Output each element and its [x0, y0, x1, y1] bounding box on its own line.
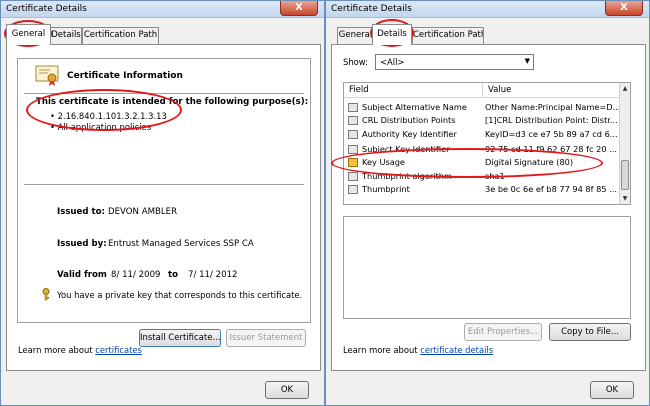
edit-properties-button[interactable]: Edit Properties...	[464, 323, 542, 341]
annotation-circle-purpose	[26, 89, 182, 131]
window-title: Certificate Details	[6, 4, 87, 14]
issued-by-value: Entrust Managed Services SSP CA	[108, 239, 254, 249]
column-header-field[interactable]: Field	[344, 83, 483, 98]
valid-from-value: 8/ 11/ 2009	[111, 270, 161, 280]
valid-to-value: 7/ 11/ 2012	[188, 270, 238, 280]
vertical-scrollbar[interactable]: ▲ ▼	[619, 83, 630, 204]
tab-general[interactable]: General	[6, 24, 51, 45]
show-select-value: <All>	[380, 57, 405, 67]
certificate-details-dialog-general: Certificate Details X General Details Ce…	[0, 0, 325, 406]
issued-by-label: Issued by:	[57, 239, 107, 249]
cert-field-icon	[348, 172, 358, 181]
cert-field-icon	[348, 145, 358, 154]
cert-field-icon	[348, 103, 358, 112]
list-item[interactable]: Thumbprint 3e be 0c 6e ef b8 77 94 8f 85…	[344, 183, 620, 196]
private-key-note: You have a private key that corresponds …	[57, 290, 303, 300]
certificate-details-dialog-details: Certificate Details X General Details Ce…	[325, 0, 650, 406]
window-title: Certificate Details	[331, 4, 412, 14]
scroll-down-icon[interactable]: ▼	[621, 195, 629, 202]
cert-field-icon	[348, 130, 358, 139]
scrollbar-thumb[interactable]	[621, 160, 629, 190]
field-value: Other Name:Principal Name=D...	[485, 102, 619, 112]
certificate-icon	[35, 63, 59, 87]
certificate-details-link[interactable]: certificate details	[420, 345, 493, 355]
cert-field-icon	[348, 185, 358, 194]
list-item[interactable]: Authority Key Identifier KeyID=d3 ce e7 …	[344, 128, 620, 141]
scroll-up-icon[interactable]: ▲	[621, 85, 629, 92]
field-name: CRL Distribution Points	[362, 115, 456, 125]
field-name: Subject Alternative Name	[362, 102, 467, 112]
learn-more-text: Learn more about certificates	[18, 345, 142, 355]
chevron-down-icon: ▼	[524, 57, 530, 65]
tab-details[interactable]: Details	[50, 27, 82, 44]
field-value-detail-box[interactable]	[343, 216, 631, 319]
issuer-statement-button[interactable]: Issuer Statement	[226, 329, 306, 347]
copy-to-file-button[interactable]: Copy to File...	[549, 323, 631, 341]
learn-more-text: Learn more about certificate details	[343, 345, 493, 355]
field-name: Authority Key Identifier	[362, 129, 457, 139]
field-value: [1]CRL Distribution Point: Distr...	[485, 115, 618, 125]
tab-general[interactable]: General	[337, 27, 374, 44]
ok-button[interactable]: OK	[265, 381, 309, 399]
field-name: Thumbprint	[362, 184, 410, 194]
title-bar[interactable]: Certificate Details X	[1, 1, 324, 18]
column-header-value[interactable]: Value	[483, 83, 620, 98]
close-button[interactable]: X	[605, 1, 643, 16]
issued-to-label: Issued to:	[57, 207, 105, 217]
certificate-information-heading: Certificate Information	[67, 71, 183, 81]
field-value: 3e be 0c 6e ef b8 77 94 8f 85 ...	[485, 184, 617, 194]
tab-certification-path[interactable]: Certification Path	[82, 27, 159, 44]
learn-more-prefix: Learn more about	[343, 345, 421, 355]
fields-list[interactable]: Field Value Subject Alternative Name Oth…	[343, 82, 631, 205]
valid-to-label: to	[168, 270, 179, 280]
title-bar[interactable]: Certificate Details X	[326, 1, 649, 18]
ok-button[interactable]: OK	[590, 381, 634, 399]
certificates-link[interactable]: certificates	[95, 345, 142, 355]
learn-more-prefix: Learn more about	[18, 345, 96, 355]
cert-field-icon	[348, 116, 358, 125]
field-value: KeyID=d3 ce e7 5b 89 a7 cd 6...	[485, 129, 618, 139]
install-certificate-button[interactable]: Install Certificate...	[139, 329, 221, 347]
tab-certification-path[interactable]: Certification Path	[412, 27, 484, 44]
annotation-circle-key-usage	[331, 148, 603, 178]
list-item[interactable]: Subject Alternative Name Other Name:Prin…	[344, 101, 620, 114]
list-item[interactable]: CRL Distribution Points [1]CRL Distribut…	[344, 114, 620, 127]
issued-to-value: DEVON AMBLER	[108, 207, 178, 217]
valid-from-label: Valid from	[57, 270, 107, 280]
show-label: Show:	[343, 57, 368, 67]
show-select[interactable]: <All> ▼	[375, 54, 534, 70]
divider	[24, 184, 304, 185]
close-button[interactable]: X	[280, 1, 318, 16]
key-icon	[41, 288, 51, 301]
tab-details[interactable]: Details	[372, 24, 412, 45]
